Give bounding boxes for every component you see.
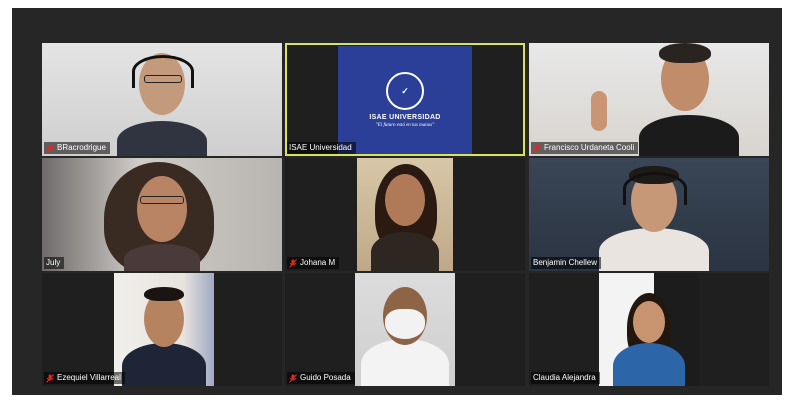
- participant-video: [114, 273, 214, 386]
- participant-tile-francisco-urdaneta[interactable]: Francisco Urdaneta Cooli: [529, 43, 769, 156]
- participant-tile-johana-m[interactable]: Johana M: [285, 158, 525, 271]
- microphone-muted-icon: [46, 373, 54, 383]
- participant-name-label: BRacrodrigue: [44, 142, 110, 154]
- participant-name-label: Francisco Urdaneta Cooli: [531, 142, 639, 154]
- logo-name: ISAE UNIVERSIDAD: [369, 114, 441, 121]
- participant-video: [357, 158, 453, 271]
- participant-name-label: ISAE Universidad: [287, 142, 356, 154]
- participant-tile-claudia-alejandra[interactable]: Claudia Alejandra: [529, 273, 769, 386]
- microphone-muted-icon: [46, 143, 54, 153]
- participant-tile-bracrodrigue[interactable]: BRacrodrigue: [42, 43, 282, 156]
- video-grid: BRacrodrigue ✓ ISAE UNIVERSIDAD "El futu…: [12, 8, 782, 395]
- participant-video: [599, 273, 699, 386]
- isae-emblem-icon: ✓: [386, 72, 424, 110]
- participant-name-label: Johana M: [287, 257, 340, 269]
- participant-video: [42, 43, 282, 156]
- microphone-muted-icon: [289, 258, 297, 268]
- participant-tile-ezequiel-villarreal[interactable]: Ezequiel Villarreal: [42, 273, 282, 386]
- participant-tile-benjamin-chellew[interactable]: Benjamin Chellew: [529, 158, 769, 271]
- participant-video: [42, 158, 282, 271]
- participant-name-label: Benjamin Chellew: [531, 257, 602, 269]
- isae-logo: ✓ ISAE UNIVERSIDAD "El futuro está en tu…: [338, 46, 472, 154]
- participant-name-label: Ezequiel Villarreal: [44, 372, 125, 384]
- participant-tile-isae-universidad[interactable]: ✓ ISAE UNIVERSIDAD "El futuro está en tu…: [285, 43, 525, 156]
- microphone-muted-icon: [533, 143, 541, 153]
- logo-tagline: "El futuro está en tus manos": [375, 123, 435, 128]
- participant-video: [529, 43, 769, 156]
- participant-name-label: July: [44, 257, 65, 269]
- participant-video: [355, 273, 455, 386]
- participant-tile-july[interactable]: July: [42, 158, 282, 271]
- microphone-muted-icon: [289, 373, 297, 383]
- participant-tile-guido-posada[interactable]: Guido Posada: [285, 273, 525, 386]
- participant-name-label: Claudia Alejandra: [531, 372, 600, 384]
- participant-video: [529, 158, 769, 271]
- participant-name-label: Guido Posada: [287, 372, 355, 384]
